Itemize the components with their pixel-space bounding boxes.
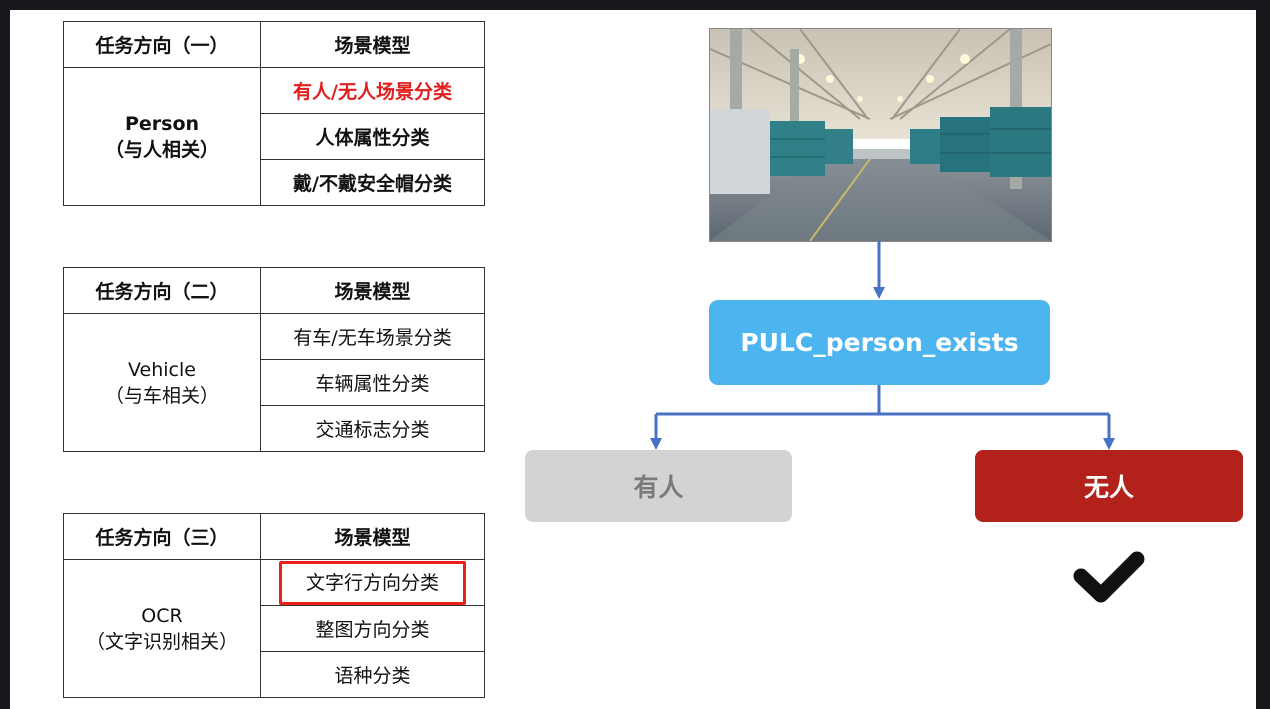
check-icon bbox=[1073, 551, 1145, 603]
slide: 任务方向（一） 场景模型 Person （与人相关） 有人/无人场景分类 人体属… bbox=[10, 10, 1256, 709]
flow-arrows bbox=[650, 241, 1115, 450]
result-person-present: 有人 bbox=[525, 450, 792, 522]
result-no-person: 无人 bbox=[975, 450, 1243, 522]
